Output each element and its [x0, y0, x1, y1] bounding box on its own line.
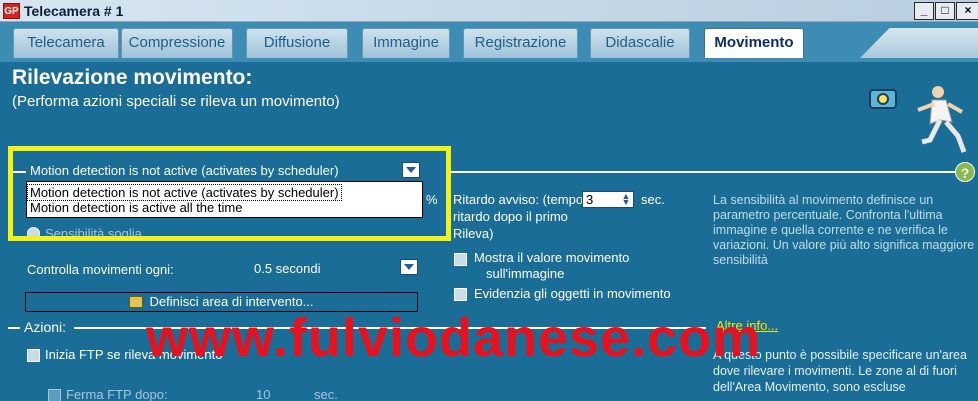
- stop-ftp-checkbox[interactable]: [48, 389, 61, 401]
- interval-label: Controlla movimenti ogni:: [27, 262, 174, 277]
- area-icon: [129, 296, 144, 308]
- chevron-down-icon[interactable]: [400, 259, 418, 275]
- show-value-label-line2: sull'immagine: [486, 266, 565, 281]
- delay-label-line2: ritardo dopo il primo: [453, 209, 568, 224]
- help-icon[interactable]: ?: [955, 162, 975, 182]
- start-ftp-checkbox[interactable]: [27, 349, 40, 362]
- sensitivity-info-text: La sensibilità al movimento definisce un…: [713, 193, 975, 267]
- show-value-checkbox[interactable]: [454, 253, 467, 266]
- maximize-button[interactable]: □: [935, 2, 955, 20]
- window-title: Telecamera # 1: [24, 3, 124, 19]
- app-window: GP Telecamera # 1 _ □ × Telecamera Compr…: [0, 0, 978, 401]
- stop-ftp-value[interactable]: 10: [256, 387, 270, 401]
- close-button[interactable]: ×: [956, 2, 978, 20]
- highlight-objects-label: Evidenzia gli oggetti in movimento: [474, 286, 671, 301]
- tab-compressione[interactable]: Compressione: [121, 28, 233, 58]
- camera-runner-illustration: [869, 86, 967, 153]
- tab-diffusione[interactable]: Diffusione: [246, 28, 348, 58]
- stop-ftp-unit: sec.: [314, 387, 338, 401]
- tab-telecamera[interactable]: Telecamera: [13, 28, 119, 58]
- page-title: Rilevazione movimento:: [12, 66, 253, 89]
- annotation-highlight: [8, 146, 451, 241]
- actions-section-label: Azioni:: [24, 319, 67, 335]
- tab-strip: Telecamera Compressione Diffusione Immag…: [0, 22, 978, 62]
- highlight-objects-checkbox[interactable]: [454, 288, 467, 301]
- interval-select[interactable]: 0.5 secondi: [254, 261, 321, 276]
- delay-unit: sec.: [641, 192, 665, 207]
- tab-movimento[interactable]: Movimento: [704, 28, 804, 58]
- tab-immagine[interactable]: Immagine: [362, 28, 450, 58]
- app-logo-icon: GP: [3, 3, 20, 19]
- tab-registrazione[interactable]: Registrazione: [463, 28, 578, 58]
- watermark-text: www.fulviodanese.com: [146, 308, 762, 368]
- spinner-arrows-icon[interactable]: ▲ ▼: [620, 192, 632, 207]
- page-subtitle: (Performa azioni speciali se rileva un m…: [12, 93, 340, 110]
- delay-label-line3: Rileva): [453, 226, 494, 241]
- delay-label-line1: Ritardo avviso: (tempo di: [453, 192, 597, 207]
- title-bar[interactable]: GP Telecamera # 1 _ □ ×: [0, 0, 978, 22]
- actions-divider-left: [8, 327, 20, 329]
- tab-strip-decoration: [860, 28, 978, 58]
- show-value-label-line1: Mostra il valore movimento: [474, 250, 630, 265]
- stop-ftp-label: Ferma FTP dopo:: [66, 387, 168, 401]
- minimize-button[interactable]: _: [914, 2, 934, 20]
- group-divider-right: [451, 171, 956, 173]
- tab-didascalie[interactable]: Didascalie: [590, 28, 690, 58]
